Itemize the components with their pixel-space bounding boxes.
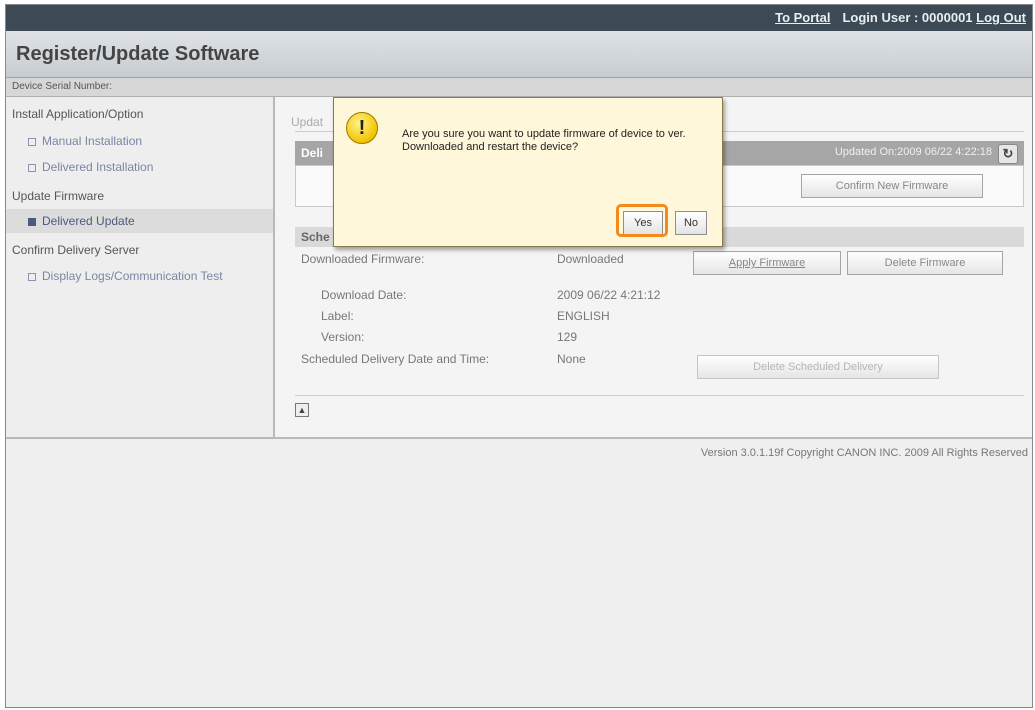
- sidebar-item-label: Manual Installation: [42, 134, 143, 148]
- sidebar-heading-update: Update Firmware: [12, 189, 105, 203]
- copyright-text: Version 3.0.1.19f Copyright CANON INC. 2…: [700, 447, 1028, 459]
- bullet-icon: [28, 217, 36, 226]
- browser-frame: To Portal Login User : 0000001 Log Out Re…: [5, 4, 1033, 708]
- warning-icon: !: [346, 112, 378, 144]
- apply-firmware-button[interactable]: Apply Firmware: [693, 251, 841, 275]
- refresh-icon[interactable]: ↻: [998, 144, 1018, 164]
- schedule-header-title: Sche: [301, 230, 330, 244]
- top-bar: To Portal Login User : 0000001 Log Out: [6, 5, 1032, 31]
- top-bar-links: To Portal Login User : 0000001 Log Out: [775, 10, 1026, 25]
- download-date-value: 2009 06/22 4:21:12: [557, 288, 661, 302]
- download-date-label: Download Date:: [321, 288, 407, 302]
- sidebar-item-label: Delivered Installation: [42, 160, 154, 174]
- updated-on-text: Updated On:2009 06/22 4:22:18: [834, 146, 992, 158]
- confirm-dialog: ! Are you sure you want to update firmwa…: [333, 97, 723, 247]
- sidebar-item-display-logs[interactable]: Display Logs/Communication Test: [28, 269, 223, 283]
- bottom-divider: [295, 395, 1024, 396]
- device-serial-label: Device Serial Number:: [12, 81, 113, 92]
- to-portal-link[interactable]: To Portal: [775, 10, 830, 25]
- delete-firmware-button[interactable]: Delete Firmware: [847, 251, 1003, 275]
- bullet-icon: [28, 163, 36, 172]
- downloaded-firmware-value: Downloaded: [557, 252, 624, 266]
- sidebar-item-manual-installation[interactable]: Manual Installation: [28, 134, 142, 148]
- logout-link[interactable]: Log Out: [976, 10, 1026, 25]
- delete-scheduled-delivery-button[interactable]: Delete Scheduled Delivery: [697, 355, 939, 379]
- page-title: Register/Update Software: [16, 43, 260, 65]
- sidebar-heading-install: Install Application/Option: [12, 107, 144, 121]
- title-bar: Register/Update Software: [6, 31, 1032, 78]
- delivery-panel-title: Deli: [301, 146, 324, 160]
- version-value: 129: [557, 330, 578, 344]
- scheduled-delivery-label: Scheduled Delivery Date and Time:: [301, 352, 490, 366]
- sidebar-item-delivered-update[interactable]: Delivered Update: [28, 214, 135, 228]
- downloaded-firmware-label: Downloaded Firmware:: [301, 252, 425, 266]
- no-button[interactable]: No: [675, 211, 707, 235]
- footer: Version 3.0.1.19f Copyright CANON INC. 2…: [6, 437, 1032, 707]
- dialog-message: Are you sure you want to update firmware…: [402, 128, 686, 153]
- scheduled-delivery-value: None: [557, 352, 586, 366]
- serial-bar: Device Serial Number:: [6, 78, 1032, 97]
- sidebar-item-delivered-installation[interactable]: Delivered Installation: [28, 160, 153, 174]
- section-label: Updat: [291, 115, 324, 129]
- login-user-text: Login User : 0000001: [842, 10, 973, 25]
- yes-button-highlight: [616, 204, 668, 237]
- sidebar: Install Application/Option Manual Instal…: [6, 97, 275, 437]
- bullet-icon: [28, 272, 36, 281]
- label-value: ENGLISH: [557, 309, 610, 323]
- confirm-new-firmware-button[interactable]: Confirm New Firmware: [801, 174, 983, 198]
- label-label: Label:: [321, 309, 354, 323]
- version-label: Version:: [321, 330, 365, 344]
- back-to-top-icon[interactable]: ▲: [295, 403, 309, 417]
- sidebar-heading-confirm: Confirm Delivery Server: [12, 243, 140, 257]
- sidebar-item-label: Display Logs/Communication Test: [42, 269, 223, 283]
- sidebar-item-label: Delivered Update: [42, 214, 135, 228]
- bullet-icon: [28, 137, 36, 146]
